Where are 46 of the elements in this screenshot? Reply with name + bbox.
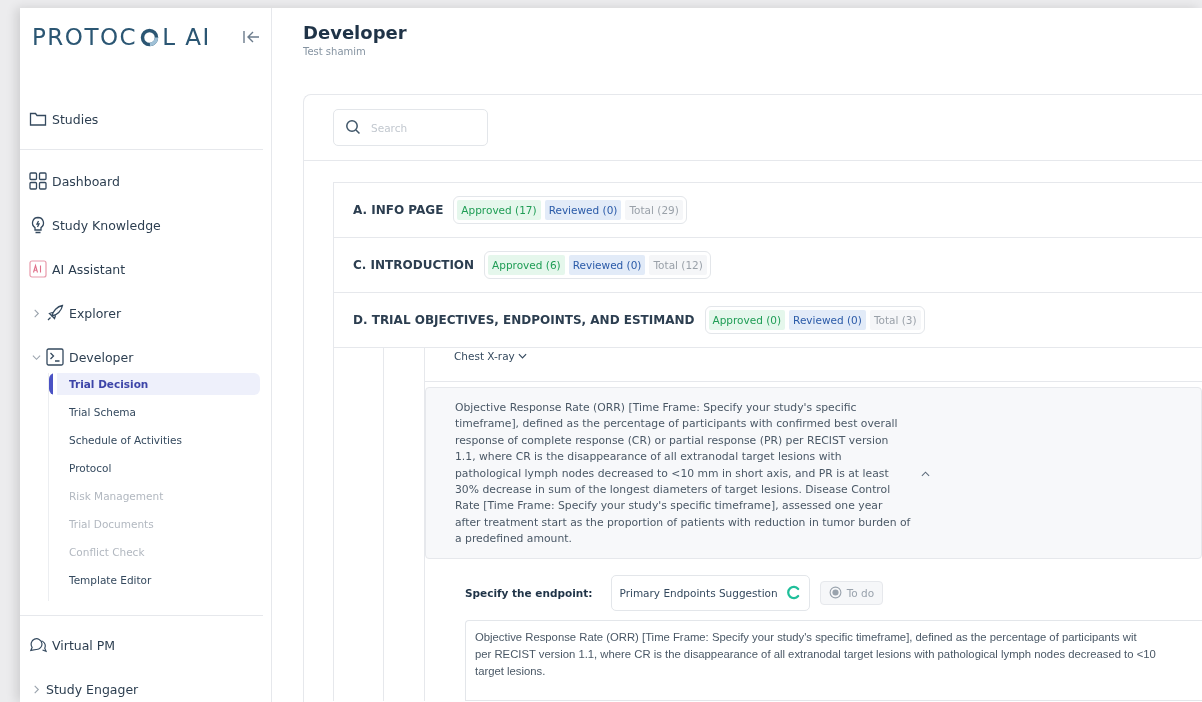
sidebar-item[interactable]: Dashboard	[20, 167, 263, 195]
sidebar-subitem[interactable]: Schedule of Activities	[57, 429, 263, 451]
logo: PROTOC L AI	[32, 24, 211, 50]
rocket-icon	[46, 304, 64, 322]
section-title[interactable]: A. INFO PAGE	[353, 203, 444, 217]
count-badge: Reviewed (0)	[789, 310, 866, 330]
count-badge: Approved (17)	[457, 200, 541, 220]
ai-badge-icon	[29, 260, 47, 278]
sidebar-subitem[interactable]: Trial Schema	[57, 401, 263, 423]
count-badge: Total (29)	[625, 200, 683, 220]
count-badge: Approved (6)	[488, 255, 565, 275]
sidebar-item[interactable]: Studies	[20, 105, 263, 133]
endpoint-description: Objective Response Rate (ORR) [Time Frame: Specify your study's specific timeframe], defined as the percentage of participants with confirmed best overall response of complete response (CR) or partial response (PR) per RECIST version 1.1, where CR is the disappearance of all extranodal target lesions with pathological lymph nodes decreased to <10 mm in short axis, and PR is at least 30% decrease in sum of the longest diameters of target lesions. Disease Control Rate [Time Frame: Specify your study's specific timeframe], assessed one year after treatment start as the proportion of patients with reduction in tumor burden of a predefined amount.	[455, 400, 911, 548]
page-subtitle: Test shamim	[303, 46, 367, 57]
lightbulb-icon	[29, 216, 47, 234]
count-badge: Total (12)	[649, 255, 707, 275]
search-field[interactable]: Search	[333, 109, 488, 146]
terminal-icon	[46, 348, 64, 366]
field-label: Specify the endpoint:	[465, 586, 593, 599]
sidebar-subitem[interactable]: Trial Decision	[49, 373, 260, 395]
count-badge: Reviewed (0)	[568, 255, 646, 275]
search-icon	[345, 119, 361, 135]
collapse-sidebar-icon[interactable]	[243, 30, 261, 44]
count-badge: Approved (0)	[708, 310, 786, 330]
sidebar-item[interactable]: Explorer	[20, 299, 263, 327]
sidebar-subitem[interactable]: Template Editor	[57, 569, 263, 591]
dropdown-toggle[interactable]: Chest X-ray	[454, 348, 527, 364]
page-title: Developer	[303, 22, 408, 43]
sidebar-item[interactable]: Study Knowledge	[20, 211, 263, 239]
caret-icon[interactable]	[921, 470, 930, 477]
sidebar-subitem[interactable]: Protocol	[57, 457, 263, 479]
sidebar-item[interactable]: Developer	[20, 343, 263, 371]
suggestion-button[interactable]: Primary Endpoints Suggestion	[610, 574, 810, 611]
folder-icon	[29, 110, 47, 128]
grid-icon	[29, 172, 47, 190]
chevron-down-icon	[517, 353, 527, 359]
sidebar-item[interactable]: Study Engager	[20, 675, 263, 702]
sidebar-item[interactable]: AI Assistant	[20, 255, 263, 283]
count-badge: Total (3)	[869, 310, 921, 330]
section-title[interactable]: D. TRIAL OBJECTIVES, ENDPOINTS, AND ESTIMAND	[353, 313, 695, 327]
section-title[interactable]: C. INTRODUCTION	[353, 258, 475, 272]
radio-icon	[828, 586, 842, 600]
endpoint-text-field[interactable]: Objective Response Rate (ORR) [Time Frame: Specify your study's specific timeframe], defined as the percentage of participants wit per RECIST version 1.1, where CR is the disappearance of all extranodal target lesions with pathological lymph nodes decreased to <10 target lesions.	[465, 619, 1202, 701]
sidebar-item[interactable]: Virtual PM	[20, 631, 263, 659]
chat-bubbles-icon	[29, 636, 47, 654]
count-badge: Reviewed (0)	[544, 200, 622, 220]
